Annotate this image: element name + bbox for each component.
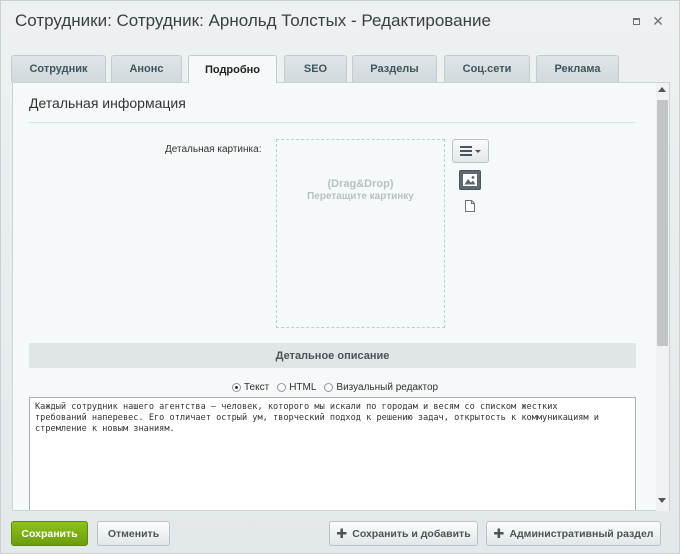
- section-divider: [29, 122, 635, 123]
- radio-unchecked-icon: [324, 382, 334, 392]
- menu-icon: [460, 144, 472, 158]
- maximize-icon[interactable]: [629, 14, 643, 28]
- scroll-up-icon[interactable]: [658, 87, 666, 92]
- tab-advertising[interactable]: Реклама: [536, 55, 619, 82]
- scroll-thumb[interactable]: [657, 100, 668, 346]
- file-icon: [465, 200, 475, 212]
- image-upload-button[interactable]: [459, 170, 481, 190]
- plus-icon: ✚: [493, 525, 505, 541]
- admin-section-button[interactable]: ✚ Административный раздел: [486, 521, 661, 546]
- tab-content: Детальная информация Детальная картинка:…: [12, 82, 670, 511]
- radio-checked-icon: [232, 382, 241, 392]
- save-and-add-button[interactable]: ✚ Сохранить и добавить: [329, 521, 478, 546]
- dialog-title: Сотрудники: Сотрудник: Арнольд Толстых -…: [15, 11, 491, 30]
- save-and-add-label: Сохранить и добавить: [352, 527, 471, 540]
- description-textarea[interactable]: Каждый сотрудник нашего агентства – чело…: [29, 397, 636, 510]
- tab-sections[interactable]: Разделы: [352, 55, 437, 82]
- plus-icon: ✚: [336, 525, 348, 541]
- radio-unchecked-icon: [277, 382, 287, 392]
- cancel-button[interactable]: Отменить: [97, 521, 170, 546]
- save-button[interactable]: Сохранить: [11, 521, 88, 546]
- dropzone-hint: (Drag&Drop): [327, 178, 394, 190]
- mode-visual-radio[interactable]: Визуальный редактор: [324, 382, 438, 393]
- tab-employee[interactable]: Сотрудник: [11, 55, 106, 82]
- section-title: Детальная информация: [29, 95, 186, 111]
- edit-dialog: Сотрудники: Сотрудник: Арнольд Толстых -…: [0, 0, 680, 554]
- description-header: Детальное описание: [29, 343, 636, 368]
- tab-bar: Сотрудник Анонс Подробно SEO Разделы Соц…: [11, 55, 671, 83]
- content-scrollbar[interactable]: [656, 83, 669, 511]
- mode-html-radio[interactable]: HTML: [277, 382, 316, 393]
- image-icon: [463, 174, 477, 186]
- admin-section-label: Административный раздел: [509, 527, 654, 540]
- tab-details[interactable]: Подробно: [188, 55, 277, 83]
- tab-seo[interactable]: SEO: [284, 55, 347, 82]
- scroll-down-icon[interactable]: [658, 498, 666, 503]
- mode-html-label: HTML: [289, 381, 317, 393]
- chevron-down-icon: [475, 149, 481, 153]
- image-menu-button[interactable]: [452, 139, 489, 163]
- mode-text-label: Текст: [244, 381, 270, 393]
- mode-visual-label: Визуальный редактор: [336, 381, 439, 393]
- detail-picture-label: Детальная картинка:: [165, 144, 262, 155]
- mode-text-radio[interactable]: Текст: [232, 382, 269, 393]
- file-upload-button[interactable]: [465, 199, 475, 212]
- tab-social[interactable]: Соц.сети: [444, 55, 530, 82]
- close-icon[interactable]: ✕: [651, 13, 665, 29]
- titlebar: Сотрудники: Сотрудник: Арнольд Толстых -…: [1, 1, 679, 41]
- tab-announce[interactable]: Анонс: [111, 55, 182, 82]
- editor-mode-group: Текст HTML Визуальный редактор: [232, 380, 446, 394]
- dropzone-instruction: Перетащите картинку: [307, 191, 414, 202]
- image-dropzone[interactable]: (Drag&Drop) Перетащите картинку: [276, 139, 445, 328]
